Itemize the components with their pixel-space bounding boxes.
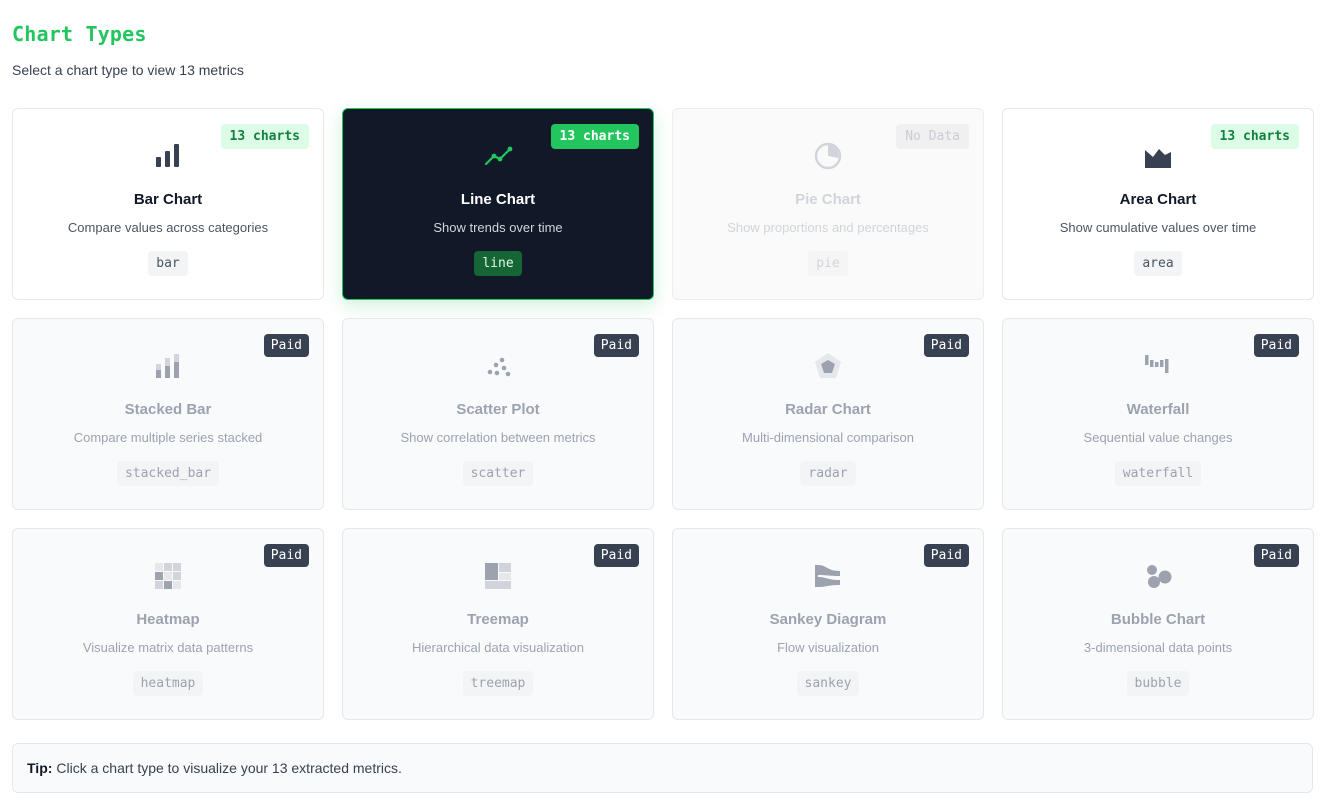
no-data-badge: No Data: [896, 124, 969, 149]
radar-chart-icon: [815, 353, 841, 378]
chart-card-line[interactable]: 13 charts Line Chart Show trends over ti…: [342, 108, 654, 300]
chart-card-title: Bubble Chart: [1110, 611, 1206, 628]
chart-type-code: line: [474, 251, 522, 276]
paid-badge: Paid: [923, 334, 969, 357]
treemap-icon: [485, 563, 511, 589]
waterfall-chart-icon: [1145, 355, 1169, 373]
sankey-icon: [815, 565, 840, 587]
chart-card-heatmap[interactable]: Paid Heatmap Visualize matrix data patte…: [12, 528, 324, 720]
chart-type-code: waterfall: [1114, 461, 1202, 486]
stacked-bar-icon: [156, 354, 179, 378]
chart-card-bar[interactable]: 13 charts Bar Chart Compare values acros…: [12, 108, 324, 300]
chart-card-title: Stacked Bar: [124, 401, 212, 418]
chart-card-area[interactable]: 13 charts Area Chart Show cumulative val…: [1002, 108, 1314, 300]
chart-type-code: radar: [800, 461, 856, 486]
area-chart-icon: [1145, 149, 1171, 168]
chart-type-code: scatter: [462, 461, 534, 486]
line-chart-icon: [484, 146, 513, 166]
chart-type-code: sankey: [796, 671, 860, 696]
bubble-chart-icon: [1147, 565, 1172, 588]
chart-card-pie: No Data Pie Chart Show proportions and p…: [672, 108, 984, 300]
chart-card-description: Visualize matrix data patterns: [82, 640, 254, 655]
chart-card-sankey[interactable]: Paid Sankey Diagram Flow visualization s…: [672, 528, 984, 720]
paid-badge: Paid: [593, 544, 639, 567]
chart-type-code: area: [1134, 251, 1182, 276]
chart-count-badge: 13 charts: [1210, 124, 1299, 149]
chart-count-badge: 13 charts: [550, 124, 639, 149]
paid-badge: Paid: [263, 544, 309, 567]
chart-card-description: Compare multiple series stacked: [73, 430, 263, 445]
chart-card-description: Hierarchical data visualization: [412, 640, 584, 655]
chart-card-title: Area Chart: [1119, 191, 1197, 208]
bar-chart-icon: [156, 144, 179, 167]
chart-type-code: bubble: [1126, 671, 1190, 696]
chart-type-code: bar: [148, 251, 188, 276]
chart-card-description: 3-dimensional data points: [1083, 640, 1233, 655]
chart-card-stacked-bar[interactable]: Paid Stacked Bar Compare multiple series…: [12, 318, 324, 510]
tip-box: Tip: Click a chart type to visualize you…: [12, 743, 1313, 793]
chart-card-title: Pie Chart: [795, 191, 861, 208]
chart-card-description: Sequential value changes: [1083, 430, 1233, 445]
chart-card-description: Show correlation between metrics: [400, 430, 596, 445]
chart-type-grid: 13 charts Bar Chart Compare values acros…: [12, 108, 1314, 720]
chart-card-title: Line Chart: [460, 191, 536, 208]
chart-card-title: Scatter Plot: [456, 401, 540, 418]
chart-card-description: Show proportions and percentages: [727, 220, 929, 235]
chart-card-title: Treemap: [467, 611, 529, 628]
chart-card-description: Flow visualization: [777, 640, 879, 655]
chart-card-description: Compare values across categories: [67, 220, 269, 235]
chart-card-description: Multi-dimensional comparison: [742, 430, 914, 445]
heatmap-icon: [155, 563, 181, 589]
chart-card-title: Bar Chart: [133, 191, 203, 208]
chart-card-title: Heatmap: [136, 611, 200, 628]
chart-count-badge: 13 charts: [220, 124, 309, 149]
chart-card-title: Waterfall: [1126, 401, 1190, 418]
tip-label: Tip:: [27, 760, 53, 776]
chart-card-treemap[interactable]: Paid Treemap Hierarchical data visualiza…: [342, 528, 654, 720]
chart-card-description: Show trends over time: [433, 220, 563, 235]
paid-badge: Paid: [593, 334, 639, 357]
paid-badge: Paid: [263, 334, 309, 357]
chart-type-code: heatmap: [132, 671, 204, 696]
chart-card-bubble[interactable]: Paid Bubble Chart 3-dimensional data poi…: [1002, 528, 1314, 720]
paid-badge: Paid: [1253, 334, 1299, 357]
chart-card-radar[interactable]: Paid Radar Chart Multi-dimensional compa…: [672, 318, 984, 510]
chart-type-code: stacked_bar: [116, 461, 220, 486]
pie-chart-icon: [814, 142, 842, 170]
paid-badge: Paid: [1253, 544, 1299, 567]
chart-card-title: Radar Chart: [785, 401, 871, 418]
paid-badge: Paid: [923, 544, 969, 567]
chart-type-code: treemap: [462, 671, 534, 696]
chart-card-description: Show cumulative values over time: [1059, 220, 1257, 235]
tip-text: Click a chart type to visualize your 13 …: [56, 760, 402, 776]
page-title: Chart Types: [12, 22, 147, 46]
chart-card-title: Sankey Diagram: [769, 611, 887, 628]
chart-type-code: pie: [808, 251, 848, 276]
page-subtitle: Select a chart type to view 13 metrics: [12, 62, 244, 78]
chart-card-waterfall[interactable]: Paid Waterfall Sequential value changes …: [1002, 318, 1314, 510]
chart-card-scatter[interactable]: Paid Scatter Plot Show correlation betwe…: [342, 318, 654, 510]
scatter-plot-icon: [487, 357, 511, 377]
